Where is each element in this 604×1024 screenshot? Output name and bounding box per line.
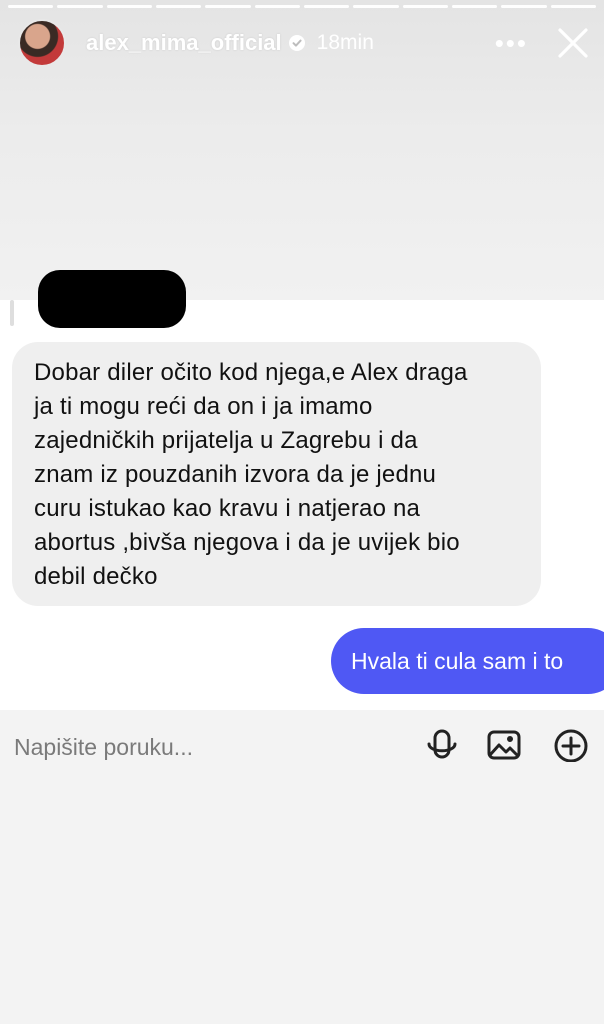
progress-segment	[155, 5, 202, 8]
story-timestamp: 18min	[316, 31, 374, 54]
message-line: znam iz pouzdanih izvora da je jednu	[34, 461, 437, 488]
add-circle-icon[interactable]	[553, 726, 589, 762]
chat-screenshot: Dobar diler očito kod njega,e Alex draga…	[0, 270, 604, 710]
microphone-icon[interactable]	[424, 726, 460, 762]
progress-segment	[303, 5, 350, 8]
message-composer	[0, 710, 604, 1024]
progress-segment	[254, 5, 300, 8]
outgoing-message-bubble: Hvala ti cula sam i to	[331, 628, 604, 694]
verified-badge-icon	[288, 35, 305, 51]
progress-segment	[451, 5, 498, 8]
progress-segment	[205, 5, 251, 8]
message-line: debil dečko	[34, 563, 158, 590]
more-options-icon[interactable]: •••	[495, 30, 528, 56]
progress-segment	[106, 5, 152, 8]
incoming-message-bubble: Dobar diler očito kod njega,e Alex draga…	[12, 342, 541, 606]
reply-quote-bar	[10, 300, 14, 326]
message-line: Dobar diler očito kod njega,e Alex draga	[34, 359, 468, 386]
message-line: curu istukao kao kravu i natjerao na	[34, 495, 421, 522]
redacted-block	[38, 270, 186, 328]
progress-segment	[57, 5, 103, 8]
username[interactable]: alex_mima_official	[86, 30, 282, 56]
close-icon[interactable]	[556, 26, 590, 60]
message-input[interactable]	[14, 730, 394, 764]
progress-segment	[550, 5, 596, 8]
message-line: abortus ,bivša njegova i da je uvijek bi…	[34, 529, 460, 556]
story-progress-bar	[8, 5, 596, 8]
story-header: alex_mima_official 18min •••	[18, 18, 590, 68]
avatar[interactable]	[18, 19, 66, 67]
progress-segment	[501, 5, 547, 8]
message-line: zajedničkih prijatelja u Zagrebu i da	[34, 427, 418, 454]
story-top-area: alex_mima_official 18min •••	[0, 0, 604, 300]
progress-segment	[353, 5, 399, 8]
progress-segment	[8, 5, 54, 8]
image-icon[interactable]	[486, 726, 522, 762]
message-line: ja ti mogu reći da on i ja imamo	[34, 393, 373, 420]
progress-segment	[402, 5, 448, 8]
